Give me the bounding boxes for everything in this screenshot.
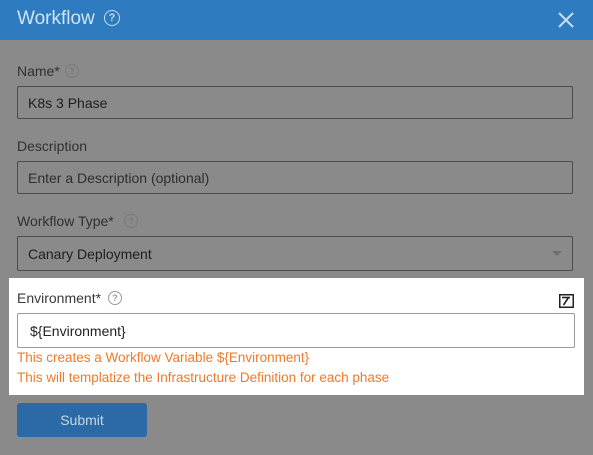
environment-section: Environment* ? ${Environment} This creat…	[9, 278, 584, 395]
name-input[interactable]: K8s 3 Phase	[17, 86, 573, 119]
description-input[interactable]: Enter a Description (optional)	[17, 161, 573, 194]
workflow-type-label: Workflow Type*	[17, 213, 114, 229]
workflow-type-select[interactable]: Canary Deployment	[17, 236, 573, 271]
dialog-title: Workflow	[17, 8, 95, 29]
dialog-header: Workflow ?	[0, 0, 593, 40]
environment-label: Environment*	[17, 290, 102, 306]
name-help-icon[interactable]: ?	[65, 64, 79, 78]
templatize-icon[interactable]	[559, 294, 574, 308]
name-label: Name*	[17, 63, 60, 79]
templatize-hint: This will templatize the Infrastructure …	[17, 370, 390, 385]
description-placeholder: Enter a Description (optional)	[28, 170, 210, 186]
environment-input[interactable]: ${Environment}	[17, 313, 575, 348]
submit-button[interactable]: Submit	[17, 403, 147, 437]
workflow-type-help-icon[interactable]: ?	[124, 214, 138, 228]
workflow-dialog: Workflow ? Name* ? K8s 3 Phase Descripti…	[0, 0, 593, 455]
chevron-down-icon	[552, 251, 562, 256]
workflow-variable-hint: This creates a Workflow Variable ${Envir…	[17, 350, 310, 365]
workflow-type-selected: Canary Deployment	[28, 246, 152, 262]
environment-help-icon[interactable]: ?	[108, 291, 122, 305]
help-icon[interactable]: ?	[104, 10, 120, 26]
close-icon[interactable]	[556, 10, 576, 30]
description-label: Description	[17, 138, 88, 154]
environment-input-value: ${Environment}	[30, 323, 126, 339]
name-input-value: K8s 3 Phase	[28, 95, 108, 111]
